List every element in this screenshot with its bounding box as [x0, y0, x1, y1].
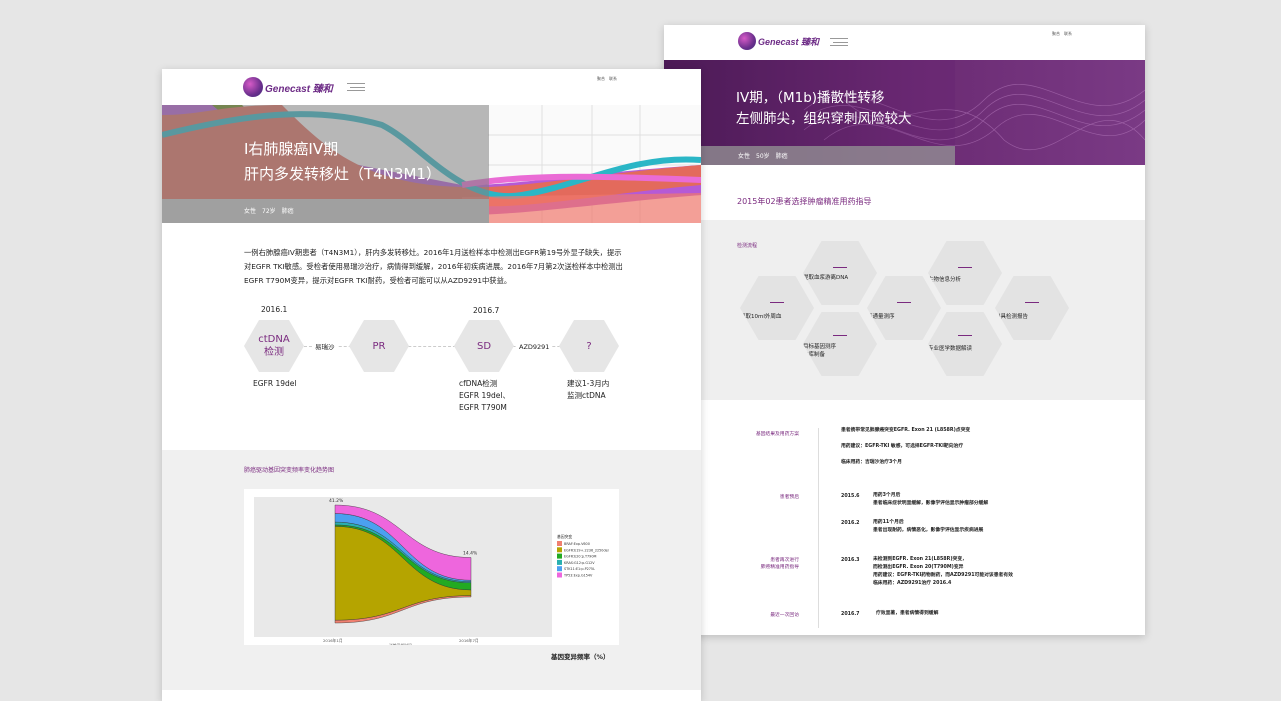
step-4: 4 高通量测序: [867, 276, 941, 340]
hero-meta-bar: [664, 146, 955, 165]
timeline-line: [304, 346, 600, 347]
row-date: 2015.6: [841, 494, 860, 499]
rows-divider: [818, 428, 819, 628]
header-link[interactable]: 聚合: [1052, 31, 1060, 37]
legend-label: BRAF:Exp.V600: [564, 542, 590, 546]
timeline-note: cfDNA检测 EGFR 19del、 EGFR T790M: [459, 379, 510, 412]
timeline-note: EGFR 19del: [253, 379, 297, 388]
timeline-note: 建议1-3月内 监测ctDNA: [567, 379, 610, 400]
timeline-date-2: 2016.7: [473, 306, 500, 315]
menu-icon[interactable]: [830, 38, 848, 46]
legend-label: KRAS:G12:p.G12V: [564, 561, 595, 565]
row-date: 2016.7: [841, 612, 860, 617]
legend-swatch: [557, 566, 562, 572]
chart-caption: 基因变异频率（%）: [551, 653, 610, 661]
legend-swatch: [557, 572, 562, 578]
x-axis-label: 送检采样时间: [389, 643, 412, 645]
chart-frame: 41.2% 14.4% 2016年1月 2016年7月送检采样时间 基因突变 BRAF:E…: [244, 489, 619, 648]
step-6: 6 专业医学数据解读: [928, 312, 1002, 376]
row-date: 2016.3: [841, 558, 860, 563]
legend-title: 基因突变: [557, 534, 572, 539]
flow-title: 检测流程: [737, 243, 758, 249]
case-intro: 一例右肺腺癌IV期患者（T4N3M1），肝内多发转移灶。2016年1月送检样本中…: [244, 248, 623, 285]
step-7: 7 出具检测报告: [995, 276, 1069, 340]
timeline-hex-question: ?: [559, 320, 619, 372]
header-link[interactable]: 聚合: [597, 76, 605, 82]
logo-icon: [243, 77, 263, 97]
hero-banner: I右肺腺癌IV期 肝内多发转移灶（T4N3M1） 女性 72岁 肺癌: [162, 105, 701, 223]
hero-meta-bar: [162, 199, 489, 223]
header-links: 聚合 联系: [597, 76, 617, 82]
legend-label: STK11:E1:p.P275L: [564, 567, 595, 571]
timeline-hex-ctdna: ctDNA 检测: [244, 320, 304, 372]
x-tick-label: 2016年1月: [323, 638, 343, 643]
hero-banner: IV期，（M1b)播散性转移 左侧肺尖，组织穿刺风险较大 女性 50岁 肺癌: [664, 60, 1145, 165]
row-label: 最近一次回访: [770, 613, 799, 618]
legend-swatch: [557, 559, 562, 565]
row-text: 未检测到EGFR. Exon 21(L858R)突变， 而检测出EGFR. Ex…: [873, 557, 1013, 586]
flow-section: 检测流程 1 留取10ml外周血 2 提取血浆游离DNA 3 目标基因测序 文库…: [664, 220, 1145, 400]
row-text: 患者携带常见肺腺癌突变EGFR. Exon 21 (L858R)点突变 用药建议…: [841, 428, 971, 465]
header-link[interactable]: 联系: [1064, 31, 1072, 37]
left-header: Genecast 臻和 聚合 联系: [162, 69, 701, 105]
legend-swatch: [557, 553, 562, 559]
row-label: 患者预后: [779, 495, 799, 500]
row-label: 患者再次进行 肺癌精准用药指导: [760, 558, 799, 570]
legend-swatch: [557, 547, 562, 553]
row-text: 疗效显著，患者病情得到缓解: [876, 611, 939, 616]
menu-icon[interactable]: [347, 83, 365, 91]
drug-label-2: AZD9291: [517, 341, 552, 353]
legend-label: EGFR:E19+.2236_2250del: [564, 548, 609, 552]
legend-swatch: [557, 541, 562, 546]
row-text: 用药3个月后 患者临床症状明显缓解，影像学评估显示肿瘤部分缓解: [873, 493, 989, 506]
header-link[interactable]: 联系: [609, 76, 617, 82]
timeline-hex-pr: PR: [349, 320, 409, 372]
drug-label-1: 易瑞沙: [313, 341, 337, 353]
header-links: 聚合 联系: [1052, 31, 1072, 37]
left-page: Genecast 臻和 聚合 联系 I右肺腺癌IV期 肝内多发转移灶（T4N3M…: [162, 69, 701, 701]
mutation-chart: 41.2% 14.4% 2016年1月 2016年7月送检采样时间 基因突变 BRAF:E…: [254, 497, 609, 648]
brand-logo[interactable]: Genecast 臻和: [243, 77, 333, 97]
step-5: 5 生物信息分析: [928, 241, 1002, 305]
right-header: Genecast 臻和 聚合 联系: [664, 25, 1145, 60]
step-1: 1 留取10ml外周血: [740, 276, 814, 340]
hero-meta: 女性 72岁 肺癌: [244, 208, 294, 215]
timeline-hex-sd: SD: [454, 320, 514, 372]
row-label: 基因结果及用药方案: [755, 432, 799, 437]
brand-logo[interactable]: Genecast 臻和: [738, 32, 819, 50]
right-page: Genecast 臻和 聚合 联系 IV期，（M1b)播散性转移 左侧肺尖，组织…: [664, 25, 1145, 635]
hero-title: IV期，（M1b)播散性转移 左侧肺尖，组织穿刺风险较大: [736, 90, 912, 127]
section-title: 2015年02患者选择肿瘤精准用药指导: [737, 197, 872, 206]
chart-section-title: 肺癌驱动基因突变频率变化趋势图: [244, 467, 335, 474]
legend-label: TP53:Exp.G154V: [563, 574, 593, 578]
hero-title: I右肺腺癌IV期 肝内多发转移灶（T4N3M1）: [244, 140, 441, 183]
data-label: 41.2%: [329, 498, 344, 504]
chart-section: 肺癌驱动基因突变频率变化趋势图 41.2% 14.4% 2016年1月 2016年7月…: [162, 450, 701, 690]
step-3: 3 目标基因测序 文库制备: [803, 312, 877, 376]
step-2: 2 提取血浆游离DNA: [803, 241, 877, 305]
hero-meta: 女性 50岁 肺癌: [738, 153, 788, 160]
row-text: 用药11个月后 患者出现耐药，病情恶化，影像学评估显示疾病进展: [873, 520, 984, 533]
x-tick-label: 2016年7月: [459, 638, 479, 643]
timeline-date-1: 2016.1: [261, 305, 288, 314]
logo-icon: [738, 32, 756, 50]
data-label: 14.4%: [463, 550, 478, 556]
legend-label: EGFR:E20:p.T790M: [564, 555, 596, 559]
row-date: 2016.2: [841, 521, 860, 526]
